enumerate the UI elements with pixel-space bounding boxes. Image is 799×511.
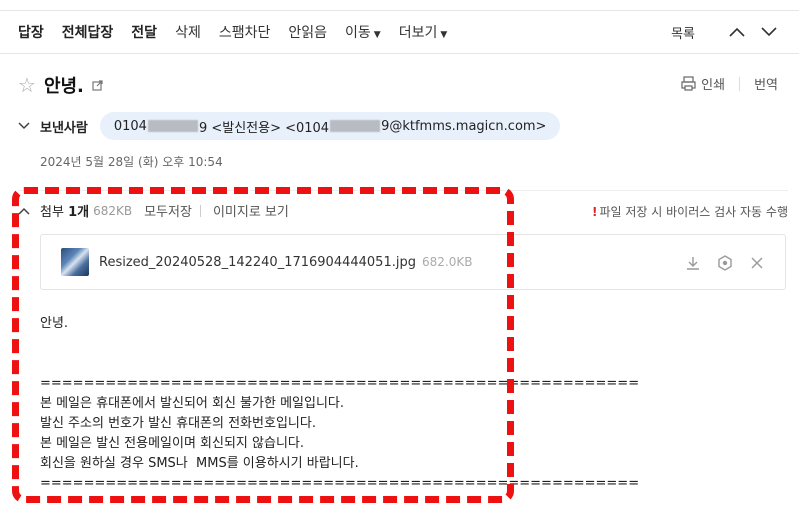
body-line: ========================================… <box>40 376 640 391</box>
body-line: 회신을 원하실 경우 SMS나 MMS를 이용하시기 바랍니다. <box>40 456 359 471</box>
caret-down-icon: ▼ <box>440 30 448 40</box>
more-dropdown[interactable]: 더보기 ▼ <box>399 22 448 42</box>
attachment-label: 첨부 1개 <box>40 201 89 220</box>
forward-button[interactable]: 전달 <box>131 22 157 42</box>
subject-row: ☆ 안녕. 인쇄 번역 <box>18 70 788 100</box>
move-label: 이동 <box>345 25 371 41</box>
mail-subject: 안녕. <box>43 76 84 97</box>
attachment-file-size: 682.0KB <box>421 255 473 269</box>
sender-part: 0104 <box>113 118 147 134</box>
hexagon-icon <box>718 255 732 271</box>
expand-recipients-button[interactable] <box>18 122 30 130</box>
attachment-file-name[interactable]: Resized_20240528_142240_1716904444051.jp… <box>99 255 416 270</box>
body-line: ========================================… <box>40 476 640 491</box>
chevron-up-icon[interactable] <box>18 207 30 215</box>
cloud-save-button[interactable] <box>713 251 737 275</box>
body-line <box>40 354 780 374</box>
virus-notice-text: 파일 저장 시 바이러스 검사 자동 수행 <box>599 205 789 219</box>
view-as-image-button[interactable]: 이미지로 보기 <box>213 201 289 220</box>
mail-actions: 인쇄 번역 <box>681 74 778 93</box>
attachment-label-text: 첨부 <box>40 205 64 220</box>
redaction-mask <box>147 120 198 132</box>
mark-unread-button[interactable]: 안읽음 <box>288 22 327 42</box>
download-icon <box>687 257 699 270</box>
attachment-actions <box>673 251 769 275</box>
list-button[interactable]: 목록 <box>671 23 695 42</box>
remove-attachment-button[interactable] <box>745 251 769 275</box>
body-line: 발신 주소의 번호가 발신 휴대폰의 전화번호입니다. <box>40 416 316 431</box>
caret-down-icon: ▼ <box>373 30 381 40</box>
chevron-up-icon <box>729 27 745 37</box>
move-dropdown[interactable]: 이동 ▼ <box>345 22 381 42</box>
attachment-count: 1개 <box>68 205 90 220</box>
download-button[interactable] <box>681 251 705 275</box>
toolbar-nav: 목록 <box>671 11 781 53</box>
body-line: 본 메일은 휴대폰에서 발신되어 회신 불가한 메일입니다. <box>40 396 345 411</box>
mail-date: 2024년 5월 28일 (화) 오후 10:54 <box>40 155 223 169</box>
toolbar-actions: 답장 전체답장 전달 삭제 스팸차단 안읽음 이동 ▼ 더보기 ▼ <box>0 22 465 42</box>
virus-notice: ! 파일 저장 시 바이러스 검사 자동 수행 <box>592 203 788 220</box>
reply-button[interactable]: 답장 <box>18 22 44 42</box>
sender-row: 보낸사람 0104 9 <발신전용> <0104 9@ktfmms.magicn.c… <box>18 112 561 140</box>
star-icon[interactable]: ☆ <box>18 73 36 97</box>
mail-toolbar: 답장 전체답장 전달 삭제 스팸차단 안읽음 이동 ▼ 더보기 ▼ 목록 <box>0 10 799 54</box>
attachment-total-size: 682KB <box>93 203 133 218</box>
block-spam-button[interactable]: 스팸차단 <box>219 22 271 42</box>
more-label: 더보기 <box>398 25 438 41</box>
print-icon[interactable] <box>681 76 696 91</box>
previous-mail-button[interactable] <box>725 20 749 44</box>
close-icon <box>751 257 763 269</box>
delete-button[interactable]: 삭제 <box>175 22 201 42</box>
translate-button[interactable]: 번역 <box>754 74 778 93</box>
image-thumbnail <box>61 248 89 276</box>
mail-body: 안녕. ====================================… <box>40 314 780 494</box>
body-line: 안녕. <box>40 316 69 331</box>
save-all-button[interactable]: 모두저장 <box>144 201 192 220</box>
redaction-mask <box>330 120 381 132</box>
sender-label: 보낸사람 <box>40 120 88 136</box>
sender-part: 9 <발신전용> <0104 <box>198 120 330 136</box>
attachment-item[interactable]: Resized_20240528_142240_1716904444051.jp… <box>40 234 786 290</box>
body-line <box>40 334 780 354</box>
chevron-down-icon <box>18 122 30 130</box>
body-line: 본 메일은 발신 전용메일이며 회신되지 않습니다. <box>40 436 304 451</box>
print-button[interactable]: 인쇄 <box>701 74 725 93</box>
chevron-down-icon <box>761 27 777 37</box>
reply-all-button[interactable]: 전체답장 <box>62 22 114 42</box>
sender-chip[interactable]: 0104 9 <발신전용> <0104 9@ktfmms.magicn.com> <box>99 112 561 140</box>
warning-icon: ! <box>592 205 598 219</box>
divider <box>199 204 201 217</box>
divider <box>739 76 741 91</box>
open-new-window-icon[interactable] <box>92 79 103 91</box>
sender-part: 9@ktfmms.magicn.com> <box>381 118 547 134</box>
attachment-header: 첨부 1개 682KB 모두저장 이미지로 보기 ! 파일 저장 시 바이러스 검… <box>18 190 788 230</box>
next-mail-button[interactable] <box>757 20 781 44</box>
